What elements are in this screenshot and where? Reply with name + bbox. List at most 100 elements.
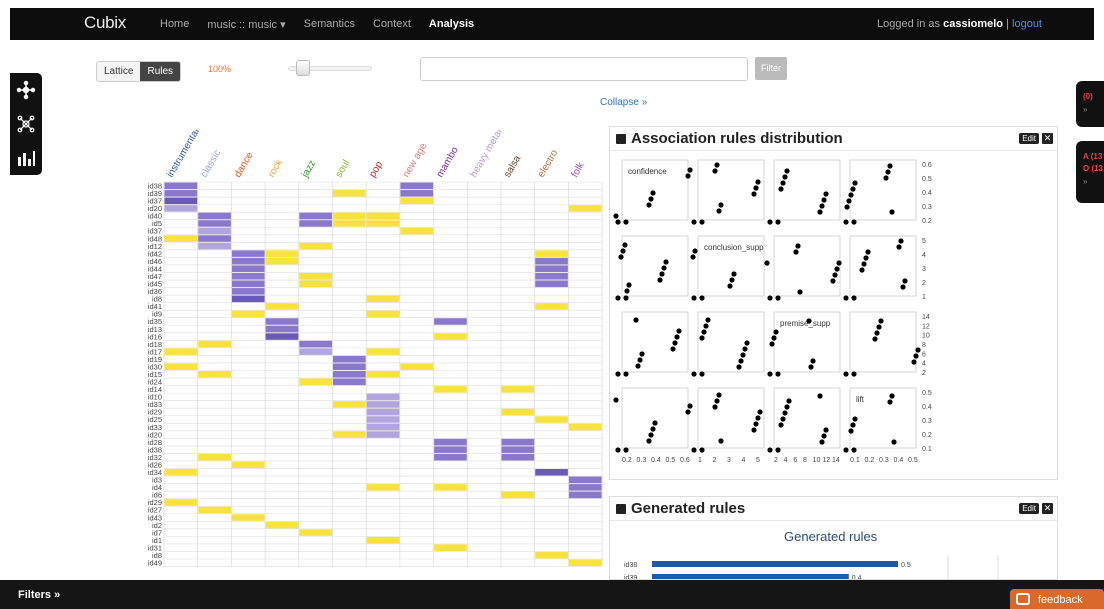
scatter-point: [810, 358, 816, 364]
matrix-cell: [265, 250, 299, 257]
filter-input[interactable]: [420, 57, 748, 81]
matrix-cell: [265, 333, 299, 340]
close-icon[interactable]: ✕: [1042, 503, 1053, 514]
collapse-panel-icon[interactable]: [616, 503, 626, 514]
scatter-point: [848, 192, 854, 198]
nav-home[interactable]: Home: [160, 18, 189, 31]
scatter-point: [915, 347, 921, 353]
support-slider-handle[interactable]: [296, 60, 310, 76]
scatter-point: [861, 261, 867, 267]
scatter-point: [618, 254, 624, 260]
right-tab-rules-count[interactable]: (0) »: [1076, 81, 1104, 127]
generated-chart-title: Generated rules: [784, 529, 878, 544]
login-separator: |: [1003, 18, 1013, 30]
matrix-cell: [434, 484, 467, 491]
axis-tick-label: 0.3: [922, 418, 932, 425]
scatter-point: [863, 255, 869, 261]
matrix-cell: [231, 461, 265, 469]
collapse-link[interactable]: Collapse »: [600, 97, 647, 108]
scatter-point: [843, 447, 849, 453]
filters-toggle[interactable]: Filters »: [18, 589, 60, 601]
scatter-point: [635, 363, 641, 369]
edit-button[interactable]: Edit: [1019, 133, 1039, 144]
axis-tick-label: 2: [774, 457, 778, 464]
scatter-point: [817, 209, 823, 215]
scatter-point: [637, 357, 643, 363]
scatter-point: [821, 197, 827, 203]
matrix-cell: [164, 469, 198, 476]
lattice-icon[interactable]: [10, 73, 42, 107]
scatter-point: [767, 371, 773, 377]
scatter-point: [778, 422, 784, 428]
scatter-point: [692, 248, 698, 254]
network-icon[interactable]: [10, 107, 42, 141]
scatter-point: [714, 398, 720, 404]
nav-context-dropdown[interactable]: music :: music ▾: [207, 18, 285, 31]
column-header-heavy-metal: heavy metal: [468, 130, 504, 180]
diagonal-label: conclusion_supp: [704, 243, 764, 252]
axis-tick-label: 14: [922, 314, 930, 321]
expand-chevron[interactable]: »: [1083, 103, 1104, 116]
scatter-point: [650, 426, 656, 432]
expand-chevron[interactable]: »: [1083, 175, 1104, 188]
row-label: id49: [148, 559, 162, 568]
scatter-point: [852, 180, 858, 186]
scatter-cell: [621, 235, 689, 297]
edit-button[interactable]: Edit: [1019, 503, 1039, 514]
brand-logo[interactable]: Cubix: [84, 13, 126, 33]
axis-tick-label: 5: [756, 457, 760, 464]
scatter-point: [639, 351, 645, 357]
axis-tick-label: 10: [922, 333, 930, 340]
matrix-cell: [198, 453, 231, 461]
rules-tab[interactable]: Rules: [140, 61, 181, 81]
scatter-cell: [621, 311, 689, 373]
collapse-panel-icon[interactable]: [616, 133, 626, 144]
axis-tick-label: 0.4: [894, 457, 904, 464]
matrix-cell: [164, 197, 198, 205]
matrix-cell: [366, 536, 400, 544]
diagonal-label: lift: [856, 395, 865, 404]
scatter-point: [699, 335, 705, 341]
matrix-cell: [299, 529, 332, 536]
scatter-point: [716, 208, 722, 214]
rules-count: (0): [1083, 92, 1093, 101]
scatter-point: [775, 371, 781, 377]
matrix-cell: [366, 295, 400, 303]
right-tab-attributes[interactable]: A (13 O (13 »: [1076, 141, 1104, 203]
rules-matrix[interactable]: instrumentalclassic dance rock jazz soul pop n…: [140, 130, 604, 570]
filter-button[interactable]: Filter: [755, 57, 787, 80]
scatter-point: [699, 447, 705, 453]
axis-tick-label: 0.2: [622, 457, 632, 464]
bar-chart-icon[interactable]: [10, 141, 42, 175]
scatter-point: [865, 249, 871, 255]
column-header-salsa: salsa: [502, 153, 523, 179]
scatter-point: [690, 254, 696, 260]
nav-context[interactable]: Context: [373, 18, 411, 31]
axis-tick-label: 0.4: [922, 190, 932, 197]
logout-link[interactable]: logout: [1012, 18, 1042, 30]
scatter-point: [652, 420, 658, 426]
scatter-point: [836, 260, 842, 266]
close-icon[interactable]: ✕: [1042, 133, 1053, 144]
matrix-cell: [265, 257, 299, 265]
scatter-cell: [773, 159, 841, 221]
matrix-cell: [299, 280, 332, 288]
matrix-cell: [400, 190, 434, 197]
lattice-tab[interactable]: Lattice: [97, 61, 141, 81]
matrix-cell: [333, 378, 366, 386]
axis-tick-label: 0.5: [666, 457, 676, 464]
nav-analysis[interactable]: Analysis: [429, 18, 474, 31]
generated-panel-header: Generated rules: [610, 497, 1057, 521]
nav-semantics[interactable]: Semantics: [304, 18, 355, 31]
axis-tick-label: 4: [784, 457, 788, 464]
matrix-cell: [299, 212, 332, 220]
scatter-point: [703, 323, 709, 329]
matrix-cell: [535, 272, 568, 280]
scatter-point: [663, 259, 669, 265]
scatter-point: [902, 278, 908, 284]
scatter-point: [832, 272, 838, 278]
scatter-point: [823, 427, 829, 433]
scatter-point: [896, 244, 902, 250]
scatter-point: [691, 371, 697, 377]
axis-tick-label: 6: [922, 351, 926, 358]
